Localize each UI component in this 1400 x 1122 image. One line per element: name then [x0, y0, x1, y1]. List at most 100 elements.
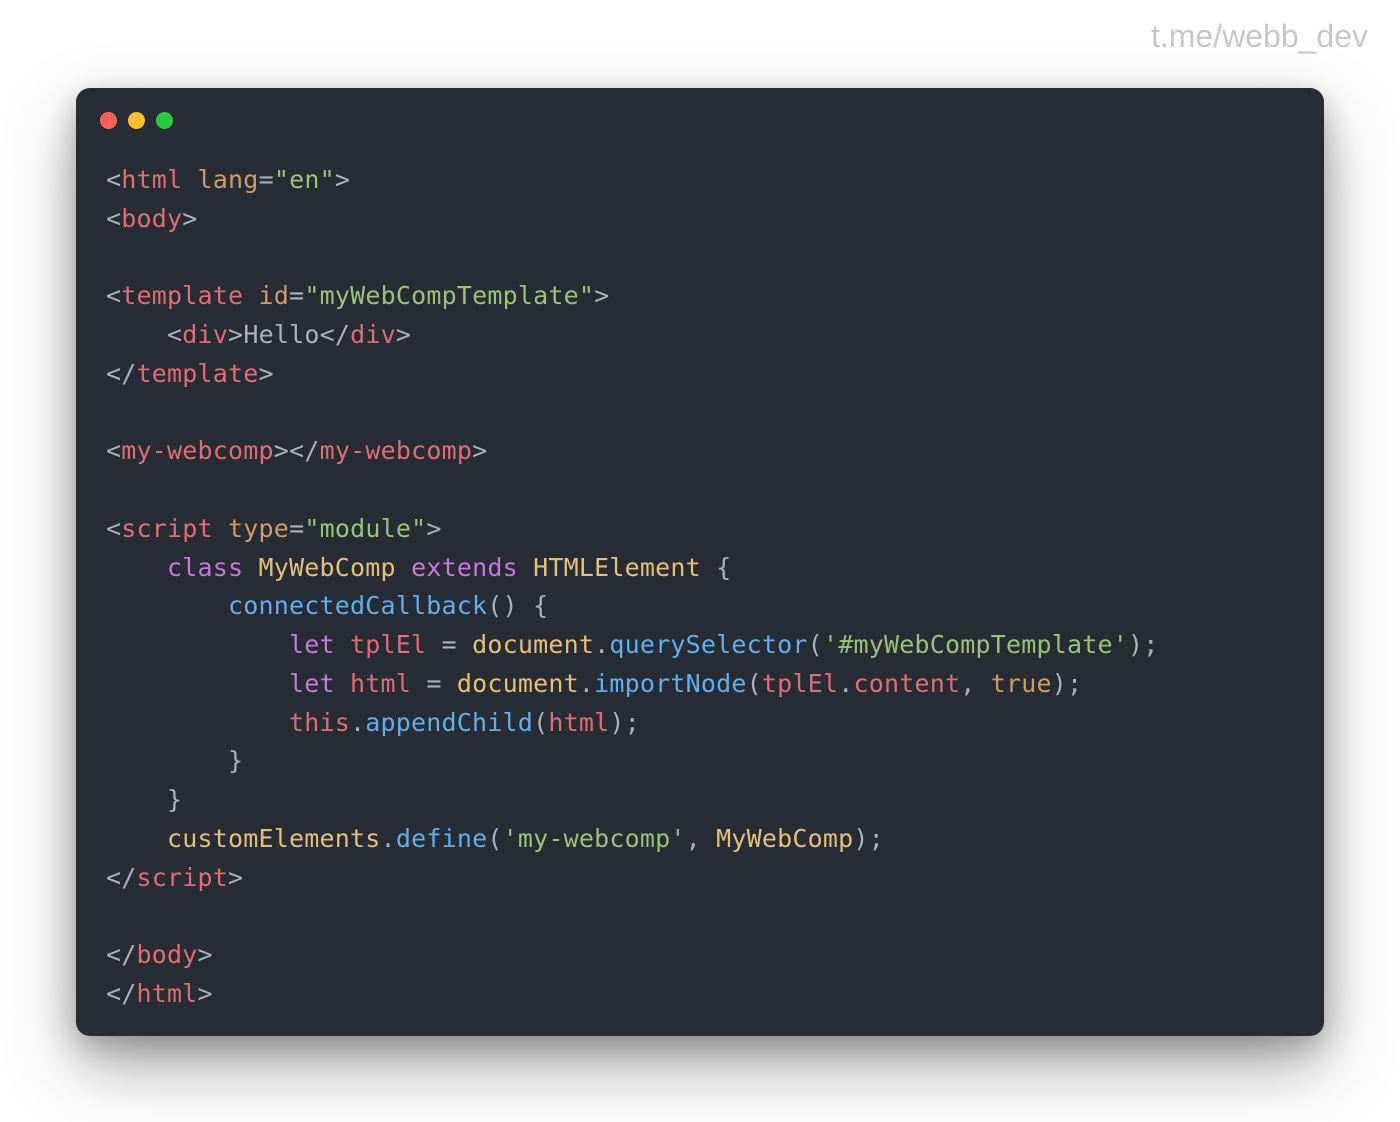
tag-template: template	[137, 359, 259, 388]
equals: =	[426, 669, 441, 698]
bracket: </	[106, 359, 137, 388]
indent	[106, 785, 167, 814]
maximize-icon[interactable]	[156, 112, 173, 129]
indent	[106, 708, 289, 737]
code-line: this.appendChild(html);	[106, 708, 640, 737]
bracket: >	[594, 281, 609, 310]
semicolon: ;	[1067, 669, 1082, 698]
var-tplel: tplEl	[350, 630, 426, 659]
bracket: </	[106, 940, 137, 969]
code-line: </script>	[106, 863, 243, 892]
var-tplel: tplEl	[762, 669, 838, 698]
bracket: <	[106, 436, 121, 465]
dot: .	[350, 708, 365, 737]
bracket: >	[259, 359, 274, 388]
keyword-class: class	[167, 553, 243, 582]
space	[182, 165, 197, 194]
code-line: customElements.define('my-webcomp', MyWe…	[106, 824, 884, 853]
string-compname: 'my-webcomp'	[503, 824, 686, 853]
dot: .	[381, 824, 396, 853]
paren: (	[747, 669, 762, 698]
space	[701, 824, 716, 853]
var-html: html	[548, 708, 609, 737]
attr-id: id	[259, 281, 290, 310]
text-hello: Hello	[243, 320, 319, 349]
class-ref: MyWebComp	[716, 824, 853, 853]
dot: .	[594, 630, 609, 659]
semicolon: ;	[869, 824, 884, 853]
bracket: </	[106, 979, 137, 1008]
tag-my-webcomp: my-webcomp	[121, 436, 274, 465]
indent	[106, 824, 167, 853]
code-line: connectedCallback() {	[106, 591, 548, 620]
tag-my-webcomp: my-webcomp	[320, 436, 473, 465]
keyword-let: let	[289, 669, 335, 698]
brace: }	[167, 785, 182, 814]
indent	[106, 746, 228, 775]
code-line: <html lang="en">	[106, 165, 350, 194]
function-appendchild: appendChild	[365, 708, 533, 737]
code-block: <html lang="en"> <body> <template id="my…	[76, 129, 1324, 1036]
code-line: <div>Hello</div>	[106, 320, 411, 349]
bracket: </	[320, 320, 351, 349]
equals: =	[289, 514, 304, 543]
space	[396, 553, 411, 582]
space	[411, 669, 426, 698]
space	[518, 553, 533, 582]
bracket: <	[106, 281, 121, 310]
bracket: >	[198, 979, 213, 1008]
watermark-link[interactable]: t.me/webb_dev	[1151, 18, 1368, 55]
code-line: </template>	[106, 359, 274, 388]
string-id: "myWebCompTemplate"	[304, 281, 594, 310]
object-customelements: customElements	[167, 824, 381, 853]
indent	[106, 669, 289, 698]
tag-template: template	[121, 281, 243, 310]
space	[701, 553, 716, 582]
bracket: <	[106, 514, 121, 543]
bracket: </	[106, 863, 137, 892]
space	[518, 591, 533, 620]
tag-div: div	[350, 320, 396, 349]
tag-script: script	[121, 514, 213, 543]
semicolon: ;	[625, 708, 640, 737]
space	[335, 630, 350, 659]
equals: =	[442, 630, 457, 659]
space	[243, 553, 258, 582]
space	[426, 630, 441, 659]
bracket: >	[182, 204, 197, 233]
prop-content: content	[853, 669, 960, 698]
bracket: <	[106, 165, 121, 194]
code-line: }	[106, 746, 243, 775]
bracket: <	[167, 320, 182, 349]
string-en: "en"	[274, 165, 335, 194]
space	[335, 669, 350, 698]
minimize-icon[interactable]	[128, 112, 145, 129]
tag-body: body	[121, 204, 182, 233]
close-icon[interactable]	[100, 112, 117, 129]
bracket: >	[426, 514, 441, 543]
bracket: >	[274, 436, 289, 465]
bracket: >	[396, 320, 411, 349]
code-line: </body>	[106, 940, 213, 969]
space	[243, 281, 258, 310]
parens: ()	[487, 591, 518, 620]
code-line: <template id="myWebCompTemplate">	[106, 281, 609, 310]
class-parent: HTMLElement	[533, 553, 701, 582]
function-name: connectedCallback	[228, 591, 487, 620]
keyword-this: this	[289, 708, 350, 737]
object-document: document	[472, 630, 594, 659]
var-html: html	[350, 669, 411, 698]
paren: )	[609, 708, 624, 737]
paren: (	[487, 824, 502, 853]
paren: )	[853, 824, 868, 853]
semicolon: ;	[1143, 630, 1158, 659]
tag-html: html	[121, 165, 182, 194]
tag-html: html	[137, 979, 198, 1008]
bool-true: true	[991, 669, 1052, 698]
space	[975, 669, 990, 698]
paren: (	[808, 630, 823, 659]
code-line: let tplEl = document.querySelector('#myW…	[106, 630, 1159, 659]
indent	[106, 320, 167, 349]
function-queryselector: querySelector	[609, 630, 807, 659]
brace: {	[716, 553, 731, 582]
